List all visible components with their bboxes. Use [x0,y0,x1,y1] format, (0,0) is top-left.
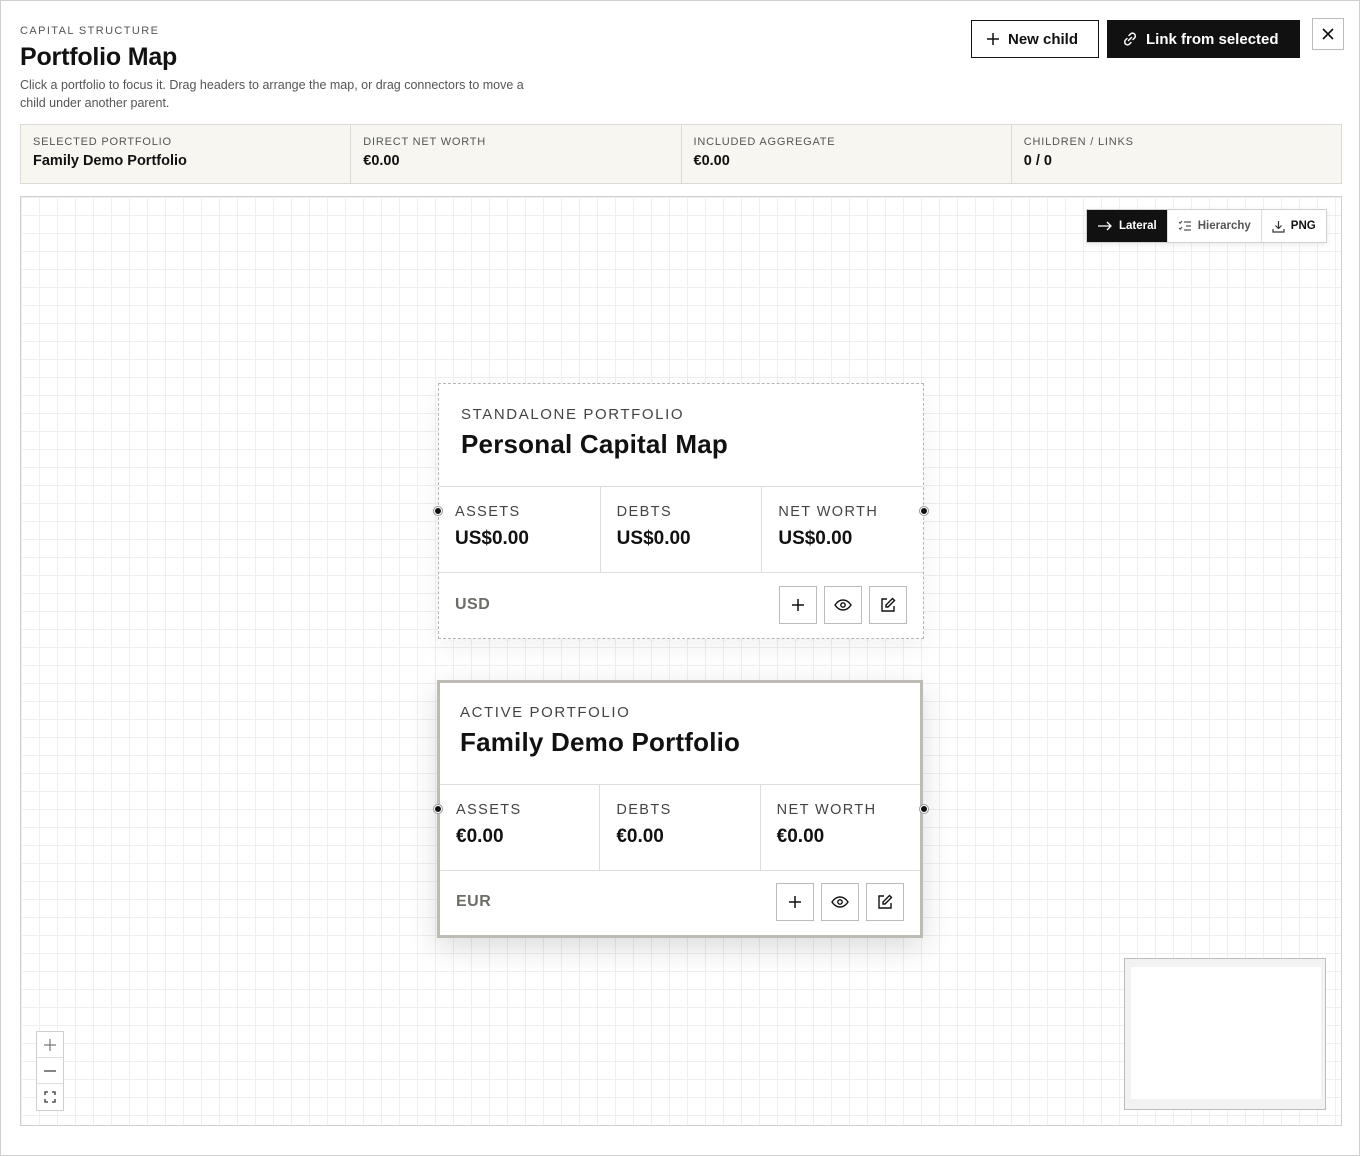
arrow-right-icon [1098,221,1112,231]
eye-icon [831,896,849,908]
stat-included-aggregate: INCLUDED AGGREGATE €0.00 [682,125,1012,183]
stat-direct-net-worth: DIRECT NET WORTH €0.00 [351,125,682,183]
metric-label: DEBTS [616,802,672,818]
stat-children-links: CHILDREN / LINKS 0 / 0 [1012,125,1341,183]
close-icon [1322,28,1334,40]
add-child-button[interactable] [776,883,814,921]
portfolio-map-modal: CAPITAL STRUCTURE Portfolio Map Click a … [0,0,1360,1156]
card-footer: EUR [440,871,920,933]
plus-icon [987,33,999,45]
hierarchy-layout-button[interactable]: Hierarchy [1168,210,1262,242]
portfolio-card-active[interactable]: ACTIVE PORTFOLIO Family Demo Portfolio A… [437,680,923,938]
stat-value: Family Demo Portfolio [33,153,187,169]
connector-handle-left[interactable] [434,805,442,813]
page-title: Portfolio Map [20,43,178,71]
metric-net-worth: NET WORTH €0.00 [761,785,920,870]
metric-assets: ASSETS €0.00 [440,785,601,870]
fit-view-button[interactable] [37,1084,63,1110]
view-portfolio-button[interactable] [821,883,859,921]
plus-icon [792,599,804,611]
stat-label: SELECTED PORTFOLIO [33,136,172,148]
card-title: Family Demo Portfolio [460,727,741,757]
currency-code: USD [455,596,491,613]
zoom-controls [36,1031,64,1111]
stat-selected-portfolio: SELECTED PORTFOLIO Family Demo Portfolio [21,125,352,183]
metric-label: NET WORTH [776,802,877,818]
stat-label: CHILDREN / LINKS [1023,136,1134,148]
hierarchy-label: Hierarchy [1197,220,1251,232]
card-kicker: ACTIVE PORTFOLIO [460,704,631,721]
portfolio-card-standalone[interactable]: STANDALONE PORTFOLIO Personal Capital Ma… [438,383,924,639]
layout-toolbar: Lateral Hierarchy PNG [1086,209,1327,243]
map-canvas[interactable]: Lateral Hierarchy PNG STANDALONE PORTFOL… [20,196,1342,1126]
new-child-button[interactable]: New child [971,20,1099,58]
metric-label: ASSETS [455,504,521,520]
card-actions [776,883,904,921]
link-icon [1123,32,1137,46]
connector-handle-right[interactable] [920,805,928,813]
minimap[interactable] [1124,958,1326,1110]
connector-handle-right[interactable] [920,507,928,515]
card-title: Personal Capital Map [461,429,728,459]
png-label: PNG [1290,220,1316,232]
currency-code: EUR [456,893,492,910]
zoom-in-icon [44,1038,56,1051]
connector-handle-left[interactable] [434,507,442,515]
stat-value: €0.00 [363,153,400,169]
metric-net-worth: NET WORTH US$0.00 [762,487,923,572]
add-child-button[interactable] [779,586,817,624]
metric-value: US$0.00 [616,528,691,549]
card-header[interactable]: STANDALONE PORTFOLIO Personal Capital Ma… [439,384,923,487]
edit-portfolio-button[interactable] [866,883,904,921]
metric-value: €0.00 [616,826,664,847]
card-header[interactable]: ACTIVE PORTFOLIO Family Demo Portfolio [440,683,920,785]
lateral-layout-button[interactable]: Lateral [1087,210,1168,242]
hierarchy-icon [1178,220,1191,231]
metric-debts: DEBTS €0.00 [600,785,761,870]
close-button[interactable] [1312,18,1344,50]
card-kicker: STANDALONE PORTFOLIO [461,406,685,423]
minimap-viewport [1131,967,1321,1099]
metric-label: ASSETS [456,802,522,818]
lateral-label: Lateral [1119,220,1157,232]
link-from-selected-button[interactable]: Link from selected [1107,20,1300,58]
view-portfolio-button[interactable] [824,586,862,624]
metric-assets: ASSETS US$0.00 [439,487,601,572]
download-icon [1272,220,1285,233]
card-metrics: ASSETS US$0.00 DEBTS US$0.00 NET WORTH U… [439,487,923,573]
eye-icon [834,599,852,611]
zoom-in-button[interactable] [37,1032,63,1058]
page-description: Click a portfolio to focus it. Drag head… [20,78,524,110]
stat-value: 0 / 0 [1023,153,1052,169]
edit-icon [878,894,893,909]
metric-label: NET WORTH [778,504,879,520]
fit-view-icon [44,1091,56,1103]
metric-value: US$0.00 [778,528,853,549]
card-actions [779,586,907,624]
edit-icon [881,597,896,612]
metric-debts: DEBTS US$0.00 [601,487,763,572]
plus-icon [789,896,801,908]
metric-label: DEBTS [616,504,673,520]
metric-value: €0.00 [456,826,504,847]
eyebrow: CAPITAL STRUCTURE [20,25,160,37]
card-metrics: ASSETS €0.00 DEBTS €0.00 NET WORTH €0.00 [440,785,920,871]
card-footer: USD [439,573,923,637]
stat-label: DIRECT NET WORTH [363,136,487,148]
metric-value: €0.00 [776,826,825,847]
stat-value: €0.00 [693,153,730,169]
export-png-button[interactable]: PNG [1262,210,1326,242]
link-from-selected-label: Link from selected [1146,30,1279,48]
zoom-out-icon [44,1069,56,1072]
summary-stats: SELECTED PORTFOLIO Family Demo Portfolio… [20,124,1342,184]
metric-value: US$0.00 [455,528,529,549]
zoom-out-button[interactable] [37,1058,63,1084]
stat-label: INCLUDED AGGREGATE [693,136,836,148]
new-child-label: New child [1008,30,1079,48]
edit-portfolio-button[interactable] [869,586,907,624]
